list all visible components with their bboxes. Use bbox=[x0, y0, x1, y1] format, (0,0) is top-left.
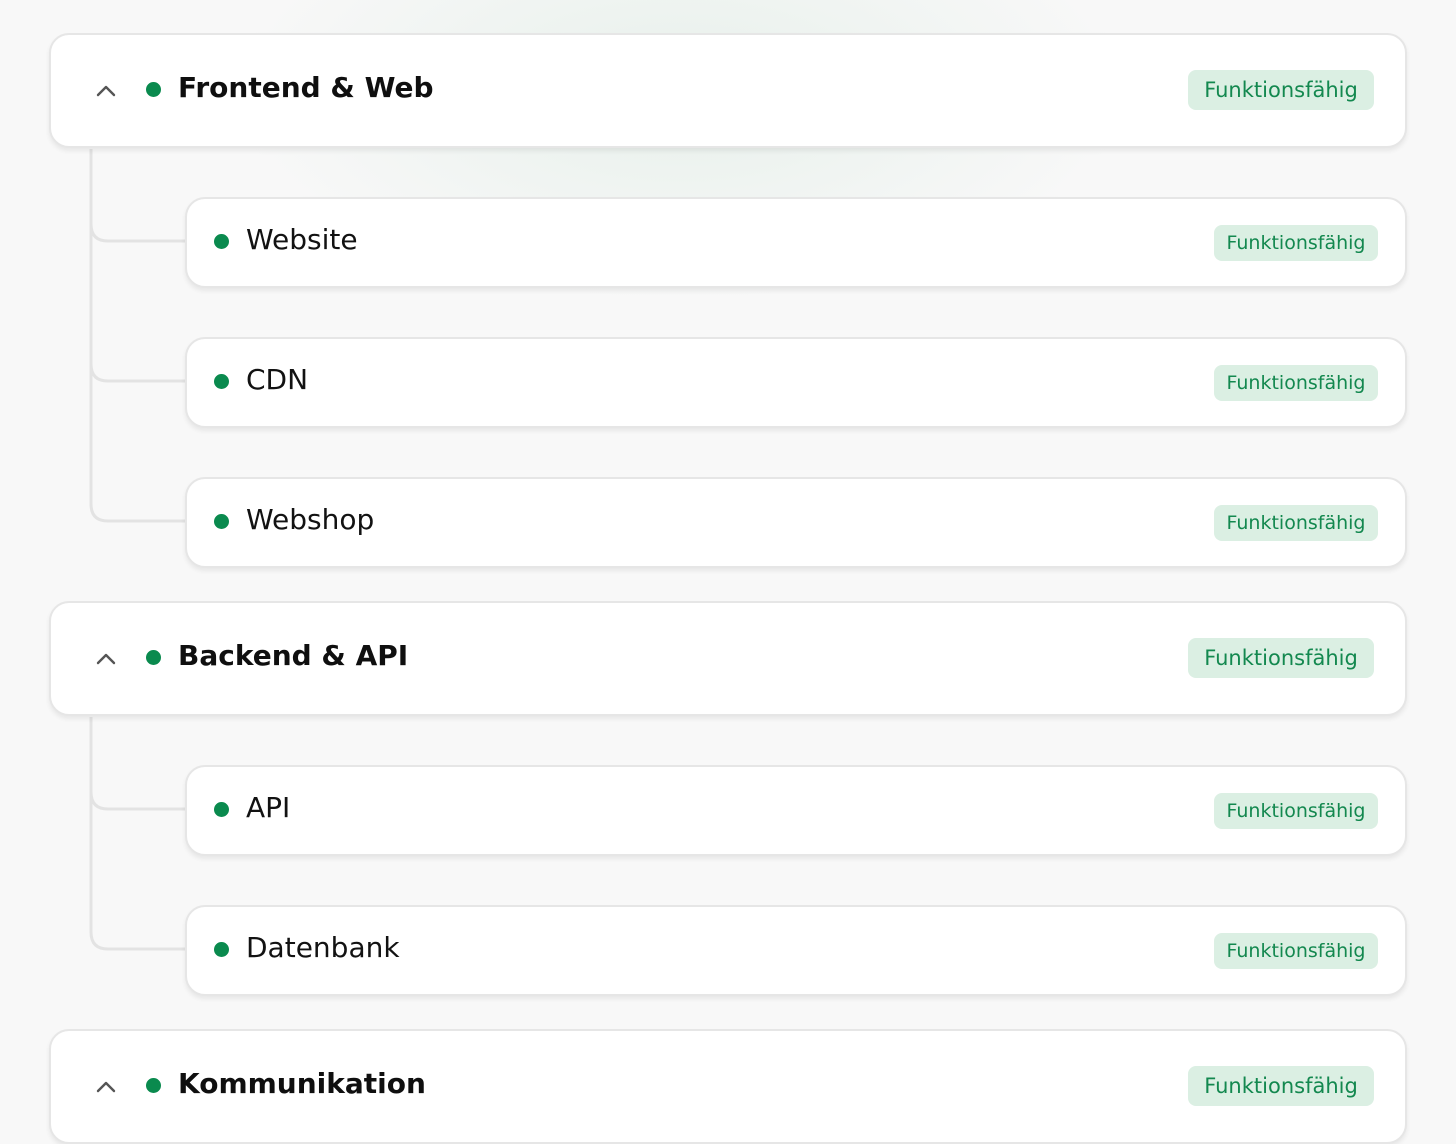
service-name: CDN bbox=[246, 363, 309, 396]
service-name: Website bbox=[246, 223, 358, 256]
status-badge: Funktionsfähig bbox=[1188, 1066, 1374, 1106]
status-dot bbox=[214, 234, 229, 249]
status-dot bbox=[214, 942, 229, 957]
group-title: Frontend & Web bbox=[178, 71, 434, 104]
status-dot bbox=[146, 650, 161, 665]
status-badge: Funktionsfähig bbox=[1214, 933, 1378, 969]
status-dot bbox=[146, 82, 161, 97]
status-dot bbox=[146, 1078, 161, 1093]
status-badge: Funktionsfähig bbox=[1188, 70, 1374, 110]
chevron-up-icon[interactable] bbox=[96, 1079, 116, 1093]
service-name: Datenbank bbox=[246, 931, 400, 964]
status-badge: Funktionsfähig bbox=[1214, 793, 1378, 829]
status-badge: Funktionsfähig bbox=[1188, 638, 1374, 678]
chevron-up-icon[interactable] bbox=[96, 83, 116, 97]
status-badge: Funktionsfähig bbox=[1214, 365, 1378, 401]
status-dot bbox=[214, 514, 229, 529]
group-title: Backend & API bbox=[178, 639, 409, 672]
group-title: Kommunikation bbox=[178, 1067, 426, 1100]
chevron-up-icon[interactable] bbox=[96, 651, 116, 665]
status-badge: Funktionsfähig bbox=[1214, 225, 1378, 261]
service-name: API bbox=[246, 791, 291, 824]
status-badge: Funktionsfähig bbox=[1214, 505, 1378, 541]
status-dot bbox=[214, 374, 229, 389]
service-name: Webshop bbox=[246, 503, 375, 536]
status-dot bbox=[214, 802, 229, 817]
